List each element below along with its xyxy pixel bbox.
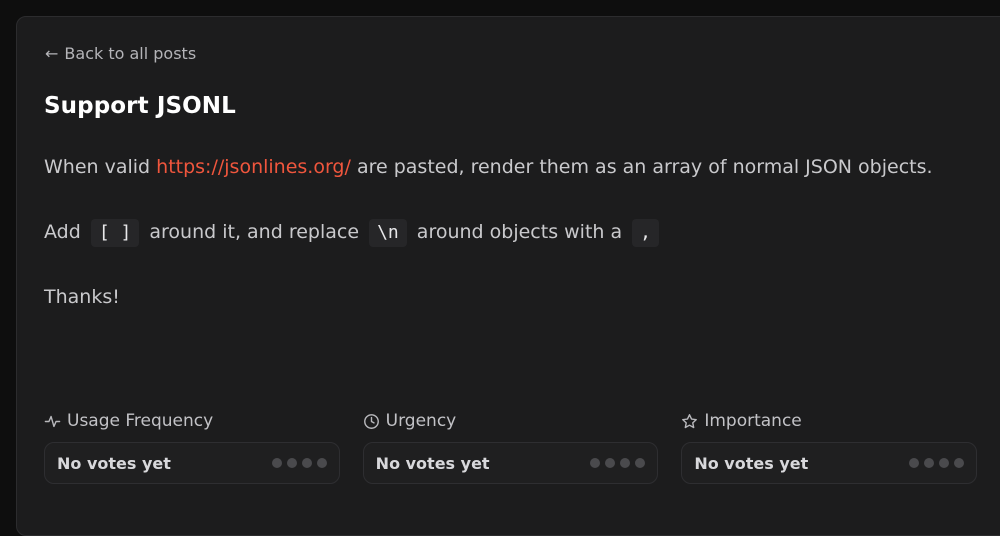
rating-dot[interactable] xyxy=(286,458,297,468)
paragraph-text: Add xyxy=(44,221,87,243)
metric-label-text: Importance xyxy=(704,411,802,431)
rating-dot[interactable] xyxy=(635,458,646,468)
inline-code-comma: , xyxy=(632,219,660,247)
post-paragraph-1: When valid https://jsonlines.org/ are pa… xyxy=(44,151,944,184)
rating-dot[interactable] xyxy=(954,458,965,468)
rating-dot[interactable] xyxy=(316,458,327,468)
post-card: ← Back to all posts Support JSONL When v… xyxy=(16,16,1000,536)
back-to-posts-link[interactable]: ← Back to all posts xyxy=(45,44,196,63)
star-icon xyxy=(682,413,698,428)
activity-icon xyxy=(44,415,61,427)
metric-label-text: Usage Frequency xyxy=(67,411,214,431)
importance-vote-button[interactable]: No votes yet xyxy=(681,442,978,484)
rating-dot[interactable] xyxy=(605,458,616,468)
metric-label-text: Urgency xyxy=(385,411,457,431)
metric-urgency: Urgency No votes yet xyxy=(362,409,659,484)
usage-frequency-vote-button[interactable]: No votes yet xyxy=(44,442,340,484)
rating-dot[interactable] xyxy=(924,458,935,468)
vote-status: No votes yet xyxy=(57,453,171,473)
inline-code-newline: \n xyxy=(369,219,407,247)
paragraph-text: around it, and replace xyxy=(143,221,366,243)
back-link-label: Back to all posts xyxy=(64,44,197,63)
rating-dots xyxy=(590,458,646,468)
metric-usage-frequency: Usage Frequency No votes yet xyxy=(44,409,340,484)
jsonlines-link[interactable]: https://jsonlines.org/ xyxy=(156,156,351,178)
post-paragraph-2: Add [ ] around it, and replace \n around… xyxy=(44,216,944,249)
metric-label: Importance xyxy=(681,409,977,433)
inline-code-brackets: [ ] xyxy=(90,219,140,247)
paragraph-text: When valid xyxy=(44,156,157,178)
metric-label: Usage Frequency xyxy=(44,409,340,433)
post-paragraph-3: Thanks! xyxy=(44,286,120,308)
rating-dot[interactable] xyxy=(909,458,920,468)
vote-metrics: Usage Frequency No votes yet Urgency No … xyxy=(44,409,978,484)
urgency-vote-button[interactable]: No votes yet xyxy=(362,442,659,484)
arrow-left-icon: ← xyxy=(45,43,59,63)
paragraph-text: are pasted, render them as an array of n… xyxy=(350,156,933,178)
rating-dots xyxy=(909,458,965,468)
rating-dot[interactable] xyxy=(301,458,312,468)
paragraph-text: around objects with a xyxy=(410,221,629,243)
rating-dots xyxy=(271,458,327,468)
vote-status: No votes yet xyxy=(375,453,490,473)
post-title: Support JSONL xyxy=(44,93,236,119)
vote-status: No votes yet xyxy=(694,453,809,473)
metric-importance: Importance No votes yet xyxy=(681,409,978,484)
rating-dot[interactable] xyxy=(939,458,950,468)
rating-dot[interactable] xyxy=(271,458,282,468)
post-body: When valid https://jsonlines.org/ are pa… xyxy=(44,151,944,346)
rating-dot[interactable] xyxy=(590,458,601,468)
rating-dot[interactable] xyxy=(620,458,631,468)
clock-icon xyxy=(363,413,379,429)
metric-label: Urgency xyxy=(363,409,659,433)
